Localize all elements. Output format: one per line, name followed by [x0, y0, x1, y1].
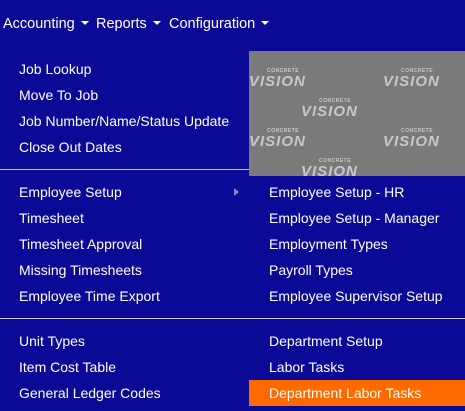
- menu-configuration[interactable]: Configuration: [169, 16, 270, 32]
- accounting-dropdown: Job Lookup Move To Job Job Number/Name/S…: [0, 51, 249, 411]
- menu-item-job-lookup[interactable]: Job Lookup: [0, 56, 249, 82]
- menu-accounting-label: Accounting: [3, 16, 75, 32]
- menu-configuration-label: Configuration: [169, 16, 256, 32]
- menu-item-general-ledger-codes[interactable]: General Ledger Codes: [0, 380, 249, 406]
- menu-item-close-out-dates[interactable]: Close Out Dates: [0, 134, 249, 160]
- page-background: CONCRETE VISION CONCRETE VISION CONCRETE VI…: [249, 51, 465, 176]
- watermark-logo: CONCRETE VISION: [383, 128, 440, 150]
- watermark-logo: CONCRETE VISION: [301, 98, 358, 120]
- menu-item-employee-setup[interactable]: Employee Setup: [0, 179, 249, 205]
- menu-item-missing-timesheets[interactable]: Missing Timesheets: [0, 257, 249, 283]
- menu-item-item-cost-table[interactable]: Item Cost Table: [0, 354, 249, 380]
- submenu-item-employee-setup-hr[interactable]: Employee Setup - HR: [249, 179, 465, 205]
- caret-down-icon: [261, 21, 270, 26]
- submenu-item-department-labor-tasks[interactable]: Department Labor Tasks: [249, 380, 465, 406]
- submenu-item-department-setup[interactable]: Department Setup: [249, 328, 465, 354]
- chevron-right-icon: [234, 188, 239, 196]
- submenu-item-employee-setup-manager[interactable]: Employee Setup - Manager: [249, 205, 465, 231]
- menu-reports-label: Reports: [96, 16, 147, 32]
- menu-divider: [0, 318, 249, 319]
- watermark-logo: CONCRETE VISION: [383, 68, 440, 90]
- employee-setup-submenu: Employee Setup - HR Employee Setup - Man…: [249, 176, 465, 411]
- menubar: Accounting Reports Configuration: [0, 0, 465, 51]
- menu-item-job-number-update[interactable]: Job Number/Name/Status Update: [0, 108, 249, 134]
- menu-item-timesheet-approval[interactable]: Timesheet Approval: [0, 231, 249, 257]
- submenu-item-employee-supervisor-setup[interactable]: Employee Supervisor Setup: [249, 283, 465, 309]
- submenu-divider: [249, 318, 465, 319]
- menu-item-employee-setup-label: Employee Setup: [19, 184, 122, 200]
- watermark-logo: CONCRETE VISION: [249, 128, 306, 150]
- menu-reports[interactable]: Reports: [96, 16, 161, 32]
- submenu-item-payroll-types[interactable]: Payroll Types: [249, 257, 465, 283]
- menu-item-timesheet[interactable]: Timesheet: [0, 205, 249, 231]
- submenu-item-labor-tasks[interactable]: Labor Tasks: [249, 354, 465, 380]
- submenu-item-employment-types[interactable]: Employment Types: [249, 231, 465, 257]
- menu-item-unit-types[interactable]: Unit Types: [0, 328, 249, 354]
- watermark-logo: CONCRETE VISION: [249, 68, 306, 90]
- menu-accounting[interactable]: Accounting: [3, 16, 89, 32]
- menu-item-employee-time-export[interactable]: Employee Time Export: [0, 283, 249, 309]
- menu-item-move-to-job[interactable]: Move To Job: [0, 82, 249, 108]
- menu-divider: [0, 169, 249, 170]
- watermark-logo: CONCRETE VISION: [301, 158, 358, 177]
- caret-down-icon: [152, 21, 161, 26]
- caret-down-icon: [80, 21, 89, 26]
